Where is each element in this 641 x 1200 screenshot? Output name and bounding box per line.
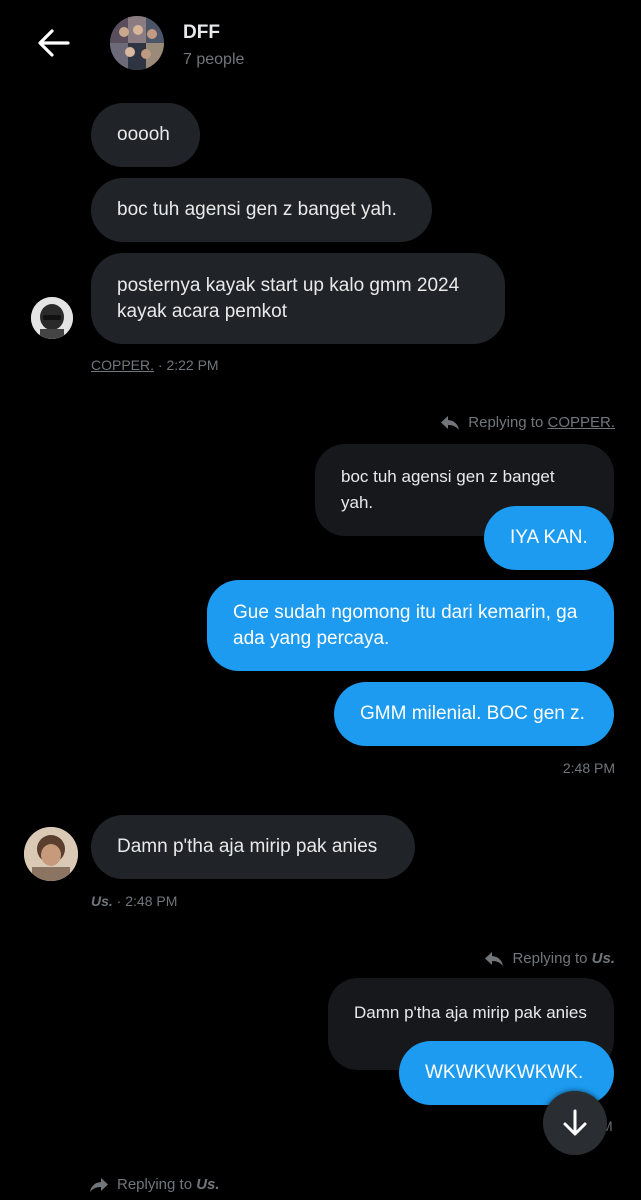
- message-bubble[interactable]: IYA KAN.: [484, 506, 614, 570]
- message-text-line: kayak acara pemkot: [117, 300, 288, 322]
- arrow-down-icon: [563, 1109, 587, 1136]
- conversation-title[interactable]: DFF: [183, 22, 220, 44]
- message-time: 2:48 PM: [562, 760, 615, 776]
- message-text: Damn p'tha aja mirip pak anies: [117, 836, 378, 857]
- replying-to[interactable]: Replying to Us.: [89, 1176, 220, 1193]
- sender-name[interactable]: COPPER.: [91, 357, 154, 373]
- reply-target[interactable]: COPPER.: [547, 414, 615, 431]
- message-time: · 2:22 PM: [154, 357, 219, 373]
- reply-target[interactable]: Us.: [592, 950, 615, 967]
- message-bubble[interactable]: GMM milenial. BOC gen z.: [334, 682, 614, 746]
- message-text: WKWKWKWKWK.: [425, 1062, 584, 1083]
- message-text: GMM milenial. BOC gen z.: [360, 703, 585, 724]
- message-text-line: ada yang percaya.: [233, 627, 390, 649]
- reply-icon: [441, 415, 460, 430]
- scroll-to-bottom-button[interactable]: [543, 1091, 607, 1155]
- reply-prefix: Replying to: [468, 414, 548, 431]
- replying-to[interactable]: Replying to COPPER.: [440, 414, 615, 431]
- sender-avatar[interactable]: [31, 297, 73, 339]
- message-bubble[interactable]: ooooh: [91, 103, 200, 167]
- reply-target[interactable]: Us.: [196, 1176, 219, 1193]
- sender-name[interactable]: Us.: [91, 893, 113, 909]
- reply-prefix: Replying to: [512, 950, 592, 967]
- message-text-line: Gue sudah ngomong itu dari kemarin, ga: [233, 601, 578, 623]
- reply-prefix: Replying to: [117, 1176, 197, 1193]
- reply-icon: [485, 951, 504, 966]
- sender-avatar[interactable]: [24, 827, 78, 881]
- participant-count[interactable]: 7 people: [183, 51, 244, 69]
- message-text: IYA KAN.: [510, 527, 588, 548]
- message-bubble[interactable]: Gue sudah ngomong itu dari kemarin, ga a…: [207, 580, 614, 671]
- message-bubble[interactable]: Damn p'tha aja mirip pak anies: [91, 815, 415, 879]
- replying-to[interactable]: Replying to Us.: [484, 950, 615, 967]
- message-text: ooooh: [117, 124, 170, 145]
- message-bubble[interactable]: boc tuh agensi gen z banget yah.: [91, 178, 432, 242]
- message-text-line: posternya kayak start up kalo gmm 2024: [117, 274, 460, 296]
- message-meta: Us. · 2:48 PM: [91, 893, 177, 909]
- message-text: boc tuh agensi gen z banget yah.: [117, 199, 397, 220]
- back-arrow-icon: [38, 29, 70, 57]
- group-avatar[interactable]: [110, 16, 164, 70]
- forward-reply-icon: [90, 1177, 108, 1192]
- back-button[interactable]: [34, 26, 72, 60]
- message-meta: COPPER. · 2:22 PM: [91, 357, 219, 373]
- message-time: · 2:48 PM: [112, 893, 178, 909]
- message-bubble[interactable]: posternya kayak start up kalo gmm 2024 k…: [91, 253, 505, 344]
- quoted-text: Damn p'tha aja mirip pak anies: [354, 1003, 587, 1022]
